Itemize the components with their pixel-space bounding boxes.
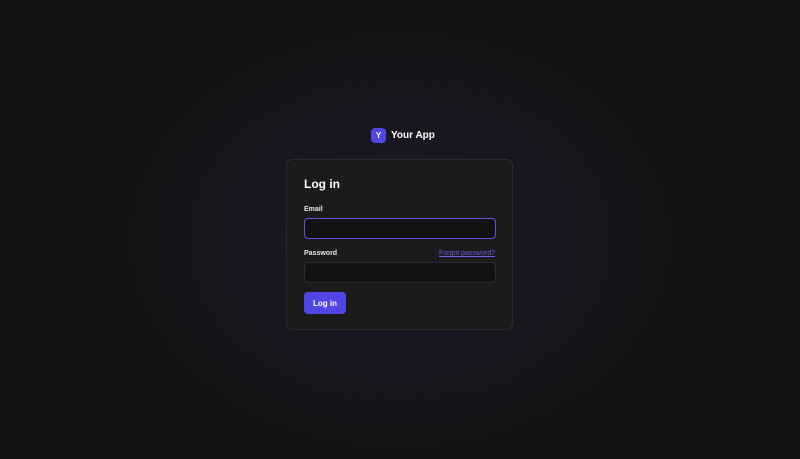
login-card: Log in Email Password Forgot password? L… xyxy=(286,159,513,330)
app-name: Your App xyxy=(391,129,435,141)
email-label: Email xyxy=(304,206,323,213)
brand-header: Y Your App xyxy=(371,127,435,143)
password-field[interactable] xyxy=(304,262,496,283)
login-button[interactable]: Log in xyxy=(304,292,346,314)
email-field[interactable] xyxy=(304,218,496,239)
app-logo-icon: Y xyxy=(371,127,386,143)
password-label: Password xyxy=(304,250,338,257)
forgot-password-link[interactable]: Forgot password? xyxy=(439,249,495,258)
login-title: Log in xyxy=(304,177,340,191)
